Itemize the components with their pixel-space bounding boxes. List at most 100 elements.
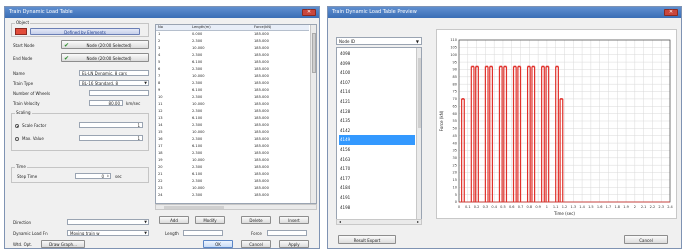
table-row[interactable]: 24 2.300 185.000 bbox=[156, 193, 309, 199]
cancel-button[interactable]: Cancel bbox=[241, 240, 271, 248]
end-node-button[interactable]: ✔ Node (20:00 Selected) bbox=[61, 53, 149, 62]
window-title: Train Dynamic Load Table bbox=[5, 7, 319, 18]
x-tick-label: 0.8 bbox=[527, 205, 533, 209]
y-tick-label: 60 bbox=[453, 112, 457, 116]
name-field[interactable]: EL-LN Dynamic, 8 cars bbox=[79, 70, 149, 76]
table-cell-length: 2.300 bbox=[192, 108, 203, 113]
node-list[interactable]: 4098 4099 4100 4107 4114 4121 4128 4135 4142 4149… bbox=[336, 47, 422, 225]
object-select-button[interactable]: Defined by Elements bbox=[30, 28, 140, 35]
node-list-item[interactable]: 4135 bbox=[339, 116, 415, 125]
table-row[interactable]: 12 2.300 185.000 bbox=[156, 109, 309, 115]
dynamic-load-fn-label: Dynamic Load Fn bbox=[13, 231, 48, 236]
table-row[interactable]: 23 10.000 185.000 bbox=[156, 186, 309, 192]
node-list-item[interactable]: 4121 bbox=[339, 97, 415, 106]
modify-button[interactable]: Modify bbox=[195, 216, 225, 224]
scale-factor-radio[interactable] bbox=[15, 124, 19, 128]
table-row[interactable]: 13 6.100 185.000 bbox=[156, 116, 309, 122]
table-row[interactable]: 16 2.300 185.000 bbox=[156, 137, 309, 143]
table-row[interactable]: 4 2.300 185.000 bbox=[156, 53, 309, 59]
table-cell-no: 8 bbox=[158, 80, 161, 85]
node-list-item[interactable]: 4114 bbox=[339, 87, 415, 96]
node-list-item[interactable]: 4170 bbox=[339, 164, 415, 173]
table-row[interactable]: 7 10.000 185.000 bbox=[156, 74, 309, 80]
node-list-item[interactable]: 4100 bbox=[339, 68, 415, 77]
table-row[interactable]: 2 2.300 185.000 bbox=[156, 39, 309, 45]
node-list-item[interactable]: 4098 bbox=[339, 49, 415, 58]
preview-close-button[interactable]: ✕ bbox=[664, 9, 678, 16]
result-export-button[interactable]: Result Export bbox=[338, 235, 396, 244]
delete-button[interactable]: Delete bbox=[241, 216, 271, 224]
force-field[interactable] bbox=[267, 230, 307, 236]
node-list-item[interactable]: 4184 bbox=[339, 183, 415, 192]
table-hscrollbar[interactable] bbox=[155, 204, 317, 210]
length-field[interactable] bbox=[183, 230, 223, 236]
table-scrollbar[interactable] bbox=[310, 25, 316, 203]
table-cell-no: 14 bbox=[158, 122, 163, 127]
y-tick-label: 45 bbox=[453, 134, 457, 138]
node-list-item[interactable]: 4191 bbox=[339, 193, 415, 202]
close-button[interactable]: ✕ bbox=[302, 9, 316, 16]
train-type-select[interactable]: BL-16 Standard, 8 ▼ bbox=[79, 80, 149, 86]
node-list-item[interactable]: 4198 bbox=[339, 203, 415, 212]
table-row[interactable]: 3 10.000 185.000 bbox=[156, 46, 309, 52]
table-row[interactable]: 10 2.300 185.000 bbox=[156, 95, 309, 101]
ok-button[interactable]: OK bbox=[203, 240, 233, 248]
node-list-scrollbar[interactable] bbox=[416, 48, 421, 224]
table-row[interactable]: 19 10.000 185.000 bbox=[156, 158, 309, 164]
draw-graph-button[interactable]: Draw Graph... bbox=[41, 240, 85, 248]
node-id-combo[interactable]: Node ID ▼ bbox=[336, 37, 422, 45]
name-label: Name bbox=[13, 71, 25, 76]
preview-cancel-button[interactable]: Cancel bbox=[624, 235, 668, 244]
step-time-field[interactable]: 0 ⇕ bbox=[75, 173, 111, 179]
scroll-right-icon: ▸ bbox=[416, 219, 419, 224]
y-tick-label: 40 bbox=[453, 141, 457, 145]
x-tick-label: 1.9 bbox=[623, 205, 629, 209]
node-list-item[interactable]: 4177 bbox=[339, 174, 415, 183]
table-row[interactable]: 9 6.100 185.000 bbox=[156, 88, 309, 94]
time-group-label: Time bbox=[15, 164, 27, 169]
table-row[interactable]: 8 2.300 185.000 bbox=[156, 81, 309, 87]
table-row[interactable]: 6 2.300 185.000 bbox=[156, 67, 309, 73]
node-list-item[interactable]: 4128 bbox=[339, 107, 415, 116]
table-row[interactable]: 17 6.100 185.000 bbox=[156, 144, 309, 150]
apply-button[interactable]: Apply bbox=[279, 240, 309, 248]
table-cell-length: 6.100 bbox=[192, 87, 203, 92]
load-table[interactable]: No Length(m) Force(kN) 1 0.000 185.000 2 2.3… bbox=[155, 24, 317, 204]
node-list-item[interactable]: 4107 bbox=[339, 78, 415, 87]
num-wheels-field[interactable] bbox=[89, 90, 149, 96]
table-row[interactable]: 14 2.300 185.000 bbox=[156, 123, 309, 129]
table-row[interactable]: 22 2.300 185.000 bbox=[156, 179, 309, 185]
table-cell-length: 10.000 bbox=[192, 45, 205, 50]
scale-factor-field[interactable]: 1 bbox=[79, 122, 143, 128]
max-value-radio[interactable] bbox=[15, 137, 19, 141]
x-axis-label: Time (sec) bbox=[553, 211, 575, 216]
table-row[interactable]: 5 6.100 185.000 bbox=[156, 60, 309, 66]
train-velocity-field[interactable]: 80.00 bbox=[89, 100, 123, 106]
table-cell-length: 6.100 bbox=[192, 171, 203, 176]
table-row[interactable]: 18 2.300 185.000 bbox=[156, 151, 309, 157]
start-node-button[interactable]: ✔ Node (20:00 Selected) bbox=[61, 40, 149, 49]
table-cell-force: 185.000 bbox=[254, 101, 269, 106]
node-list-item[interactable]: 4142 bbox=[339, 126, 415, 135]
table-row[interactable]: 20 2.300 185.000 bbox=[156, 165, 309, 171]
table-cell-length: 2.300 bbox=[192, 52, 203, 57]
node-list-hscrollbar[interactable]: ◂ ▸ bbox=[336, 219, 422, 225]
node-list-item[interactable]: 4149 bbox=[339, 135, 415, 145]
table-row[interactable]: 15 10.000 185.000 bbox=[156, 130, 309, 136]
table-row[interactable]: 1 0.000 185.000 bbox=[156, 32, 309, 38]
add-button[interactable]: Add bbox=[159, 216, 189, 224]
max-value-field[interactable]: 1 bbox=[79, 135, 143, 141]
node-list-item[interactable]: 4099 bbox=[339, 59, 415, 68]
table-cell-no: 18 bbox=[158, 150, 163, 155]
y-tick-label: 30 bbox=[453, 156, 457, 160]
table-row[interactable]: 21 6.100 185.000 bbox=[156, 172, 309, 178]
table-cell-no: 9 bbox=[158, 87, 161, 92]
node-list-item[interactable]: 4163 bbox=[339, 155, 415, 164]
dynamic-load-fn-select[interactable]: Moving train w ▼ bbox=[67, 230, 149, 236]
step-time-label: Step Time bbox=[17, 174, 38, 179]
node-list-item[interactable]: 4156 bbox=[339, 145, 415, 154]
y-tick-label: 25 bbox=[453, 163, 457, 167]
table-row[interactable]: 11 10.000 185.000 bbox=[156, 102, 309, 108]
insert-button[interactable]: Insert bbox=[279, 216, 309, 224]
direction-select[interactable]: ▼ bbox=[67, 219, 149, 225]
